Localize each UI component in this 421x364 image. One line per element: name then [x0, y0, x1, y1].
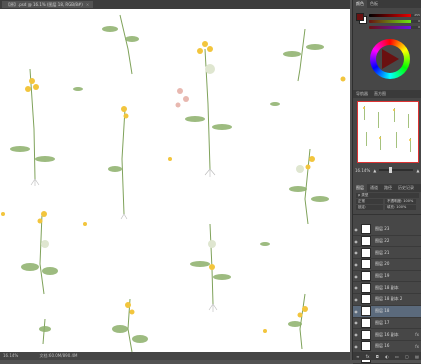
zoom-in-icon[interactable]: ▲ — [416, 168, 419, 173]
layer-row[interactable]: ◉ 图层 16 fx — [353, 341, 421, 353]
status-doc-info: 文档:60.0M/890.4M — [39, 353, 78, 358]
adjustment-icon[interactable]: ◐ — [385, 354, 389, 359]
zoom-slider-handle[interactable] — [389, 167, 393, 173]
color-triangle[interactable] — [382, 49, 399, 69]
green-value[interactable]: 0 — [411, 20, 420, 23]
visibility-eye-icon[interactable]: ◉ — [353, 227, 359, 232]
visibility-eye-icon[interactable]: ◉ — [353, 320, 359, 325]
layer-thumbnail — [361, 317, 371, 328]
layer-name: 图层 20 — [375, 261, 390, 267]
layer-thumbnail — [361, 247, 371, 258]
status-bar: 16.14% 文档:60.0M/890.4M — [0, 352, 350, 360]
layer-row[interactable]: ◉ 图层 17 — [353, 317, 421, 330]
layer-name: 图层 16 副本 — [375, 331, 399, 337]
layer-name: 图层 18 — [375, 308, 390, 314]
tab-layers[interactable]: 图层 — [353, 184, 367, 192]
navigator-panel-tabs: 导航器 直方图 — [353, 90, 421, 98]
visibility-eye-icon[interactable]: ◉ — [353, 344, 359, 349]
layer-thumbnail — [361, 282, 371, 293]
canvas[interactable] — [0, 9, 350, 352]
foreground-color-chip[interactable] — [356, 13, 364, 21]
layer-name: 图层 21 — [375, 249, 390, 255]
trash-icon[interactable]: ▤ — [415, 354, 419, 359]
tab-histogram[interactable]: 直方图 — [371, 90, 389, 98]
layer-name: 图层 19 — [375, 273, 390, 279]
blue-value[interactable]: 0 — [411, 26, 420, 29]
navigator-zoom-value[interactable]: 16.14% — [355, 168, 370, 173]
lock-controls[interactable]: 锁定: — [356, 205, 383, 210]
layer-name: 图层 18 副本 — [375, 284, 399, 290]
tab-history[interactable]: 历史记录 — [395, 184, 417, 192]
visibility-eye-icon[interactable]: ◉ — [353, 297, 359, 302]
layers-panel-tabs: 图层 通道 路径 历史记录 — [353, 184, 421, 192]
fx-icon[interactable]: fx — [415, 332, 419, 337]
layer-thumbnail — [361, 259, 371, 270]
layer-thumbnail — [361, 236, 371, 247]
layer-thumbnail — [361, 329, 371, 340]
red-slider[interactable] — [369, 14, 415, 17]
layer-row[interactable]: ◉ 图层 18 副本 2 — [353, 294, 421, 306]
status-zoom[interactable]: 16.14% — [3, 353, 18, 358]
link-icon[interactable]: ∞ — [356, 354, 359, 359]
document-tab[interactable]: 【原】.psd @ 16.1% (图层 18, RGB/8#) × — [2, 1, 94, 8]
new-layer-icon[interactable]: ▢ — [405, 354, 409, 359]
red-value[interactable]: 255 — [411, 14, 420, 17]
layers-footer: ∞ fx ◘ ◐ ▭ ▢ ▤ — [353, 352, 421, 360]
layers-controls: ρ 类型 正常 不透明度: 100% 锁定: 填充: 100% — [353, 192, 421, 215]
blend-mode-select[interactable]: 正常 — [356, 199, 383, 204]
layer-row[interactable]: ◉ 图层 21 — [353, 247, 421, 260]
layer-row[interactable]: ◉ 图层 20 — [353, 259, 421, 271]
floral-artwork — [1, 14, 346, 352]
visibility-eye-icon[interactable]: ◉ — [353, 239, 359, 244]
visibility-eye-icon[interactable]: ◉ — [353, 332, 359, 337]
right-panel-dock: 颜色 色板 255 0 0 导航器 直方图 16.14% ▲ ▲ 图层 通道 路… — [352, 0, 421, 364]
zoom-out-icon[interactable]: ▲ — [373, 168, 376, 173]
layer-name: 图层 22 — [375, 238, 390, 244]
folder-icon[interactable]: ▭ — [395, 354, 399, 359]
navigator-preview — [363, 106, 411, 152]
fill-field[interactable]: 填充: 100% — [385, 205, 416, 210]
color-panel-tabs: 颜色 色板 — [353, 0, 421, 8]
visibility-eye-icon[interactable]: ◉ — [353, 274, 359, 279]
layer-row-selected[interactable]: ◉ 图层 18 — [353, 305, 421, 318]
layer-name: 图层 18 副本 2 — [375, 296, 403, 302]
layer-row[interactable]: ◉ 图层 16 副本 fx — [353, 329, 421, 341]
layer-thumbnail — [361, 224, 371, 235]
visibility-eye-icon[interactable]: ◉ — [353, 309, 359, 314]
fx-icon[interactable]: fx — [366, 354, 370, 359]
fx-icon[interactable]: fx — [415, 344, 419, 349]
visibility-eye-icon[interactable]: ◉ — [353, 285, 359, 290]
layer-filter[interactable]: ρ 类型 — [356, 193, 419, 198]
layer-name: 图层 23 — [375, 226, 390, 232]
layer-row[interactable]: ◉ 图层 18 副本 — [353, 282, 421, 295]
layer-name: 图层 17 — [375, 319, 390, 325]
visibility-eye-icon[interactable]: ◉ — [353, 262, 359, 267]
blue-slider[interactable] — [369, 26, 415, 29]
mask-icon[interactable]: ◘ — [376, 354, 379, 359]
tab-navigator[interactable]: 导航器 — [353, 90, 371, 98]
layer-row[interactable]: ◉ 图层 22 — [353, 236, 421, 248]
tab-channels[interactable]: 通道 — [367, 184, 381, 192]
zoom-slider[interactable] — [379, 167, 414, 173]
layer-row[interactable]: ◉ 图层 23 — [353, 224, 421, 236]
layer-row[interactable]: ◉ 图层 19 — [353, 271, 421, 283]
layer-thumbnail — [361, 271, 371, 282]
green-slider[interactable] — [369, 20, 415, 23]
document-tab-title: 【原】.psd @ 16.1% (图层 18, RGB/8#) — [6, 2, 83, 7]
color-panel: 255 0 0 — [353, 8, 421, 84]
navigator-thumbnail[interactable] — [357, 101, 419, 163]
tab-color[interactable]: 颜色 — [353, 0, 367, 8]
visibility-eye-icon[interactable]: ◉ — [353, 250, 359, 255]
layer-thumbnail — [361, 306, 371, 317]
layer-thumbnail — [361, 294, 371, 305]
layer-name: 图层 16 — [375, 343, 390, 349]
navigator-zoom-row: 16.14% ▲ ▲ — [353, 166, 421, 174]
layers-list: ◉ 图层 23 ◉ 图层 22 ◉ 图层 21 ◉ 图层 20 ◉ 图层 19 ◉ 图层 1… — [353, 224, 421, 364]
tab-swatches[interactable]: 色板 — [367, 0, 381, 8]
layer-thumbnail — [361, 341, 371, 352]
close-icon[interactable]: × — [86, 2, 89, 7]
opacity-field[interactable]: 不透明度: 100% — [385, 199, 416, 204]
tab-paths[interactable]: 路径 — [381, 184, 395, 192]
